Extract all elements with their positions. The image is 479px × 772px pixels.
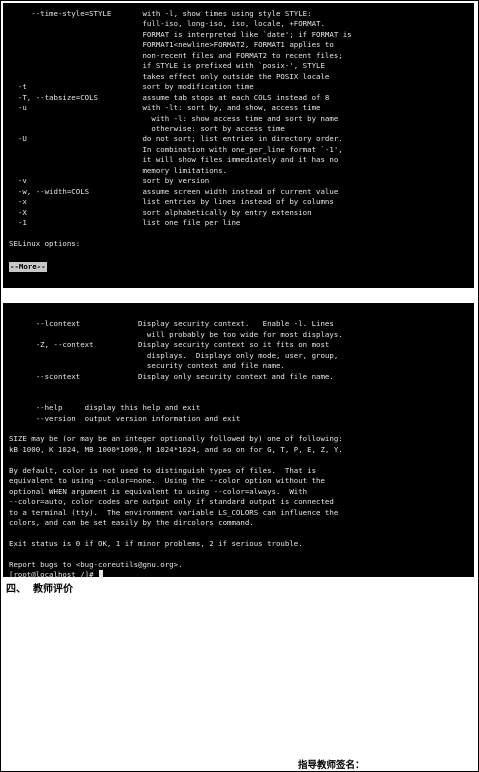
terminal-line: SELinux options: — [9, 238, 81, 248]
terminal-line: --color=auto, color codes are output onl… — [9, 497, 334, 507]
terminal-line: -T, --tabsize=COLS assume tab stops at e… — [9, 92, 330, 102]
terminal-line: memory limitations. — [9, 165, 228, 175]
terminal-line: if STYLE is prefixed with `posix-', STYL… — [9, 61, 325, 71]
terminal-line: -t sort by modification time — [9, 82, 254, 92]
terminal-line: -1 list one file per line — [9, 218, 241, 227]
terminal-line: -U do not sort; list entries in director… — [9, 134, 343, 144]
terminal-line: -w, --width=COLS assume screen width ins… — [9, 186, 339, 196]
terminal-line: non-recent files and FORMAT2 to recent f… — [9, 50, 343, 60]
terminal-line: -Z, --context Display security context s… — [9, 340, 330, 350]
terminal-line: --scontext Display only security context… — [9, 371, 334, 381]
section-heading-teacher-evaluation: 四、 教师评价 — [6, 584, 73, 595]
terminal-line: displays. Displays only mode, user, grou… — [9, 350, 339, 360]
terminal-line: -X sort alphabetically by entry extensio… — [9, 207, 312, 217]
terminal-line: -v sort by version — [9, 176, 210, 186]
terminal-line: FORMAT1<newline>FORMAT2, FORMAT1 applies… — [9, 40, 334, 50]
terminal-line: kB 1000, K 1024, MB 1000*1000, M 1024*10… — [9, 444, 343, 454]
terminal-line: FORMAT is interpreted like `date'; if FO… — [9, 29, 352, 39]
terminal-line: security context and file name. — [9, 361, 285, 371]
terminal-line: otherwise: sort by access time — [9, 123, 285, 133]
terminal-screenshot-ls-help-top: --time-style=STYLE with -l, show times u… — [3, 3, 474, 288]
terminal-line: --help display this help and exit — [9, 403, 201, 413]
more-pager-line: --More-- — [9, 261, 47, 273]
terminal-line: --version output version information and… — [9, 413, 241, 423]
advisor-signature-label: 指导教师签名： — [298, 760, 365, 771]
terminal-line: optional WHEN argument is equivalent to … — [9, 486, 308, 496]
terminal-line: --lcontext Display security context. Ena… — [9, 319, 334, 329]
terminal-line: --time-style=STYLE with -l, show times u… — [9, 9, 312, 18]
terminal-line: Report bugs to <bug-coreutils@gnu.org>. — [9, 559, 183, 569]
terminal-line: SIZE may be (or may be an integer option… — [9, 434, 343, 444]
terminal-line: -u with -lt: sort by, and show, access t… — [9, 103, 321, 113]
terminal-line: to a terminal (tty). The environment var… — [9, 507, 339, 517]
terminal-line: In combination with one_per_line format … — [9, 144, 343, 154]
terminal-line: takes effect only outside the POSIX loca… — [9, 71, 330, 81]
terminal-line: full-iso, long-iso, iso, locale, +FORMAT… — [9, 19, 325, 29]
terminal-line: it will show files immediately and it ha… — [9, 155, 339, 165]
terminal-line: -x list entries by lines instead of by c… — [9, 197, 334, 207]
terminal-line: By default, color is not used to disting… — [9, 465, 317, 475]
shell-prompt: [root@localhost /]# — [9, 570, 98, 580]
terminal-line: will probably be too wide for most displ… — [9, 329, 343, 339]
terminal-screenshot-ls-help-bottom: --lcontext Display security context. Ena… — [3, 303, 474, 580]
terminal-line: equivalent to using --color=none. Using … — [9, 476, 325, 486]
terminal-line: Exit status is 0 if OK, 1 if minor probl… — [9, 538, 303, 548]
text-cursor — [99, 570, 103, 579]
more-pager-prompt[interactable]: --More-- — [9, 261, 47, 273]
terminal-line: colors, and can be set easily by the dir… — [9, 518, 254, 527]
terminal-line: with -l: show access time and sort by na… — [9, 113, 339, 123]
